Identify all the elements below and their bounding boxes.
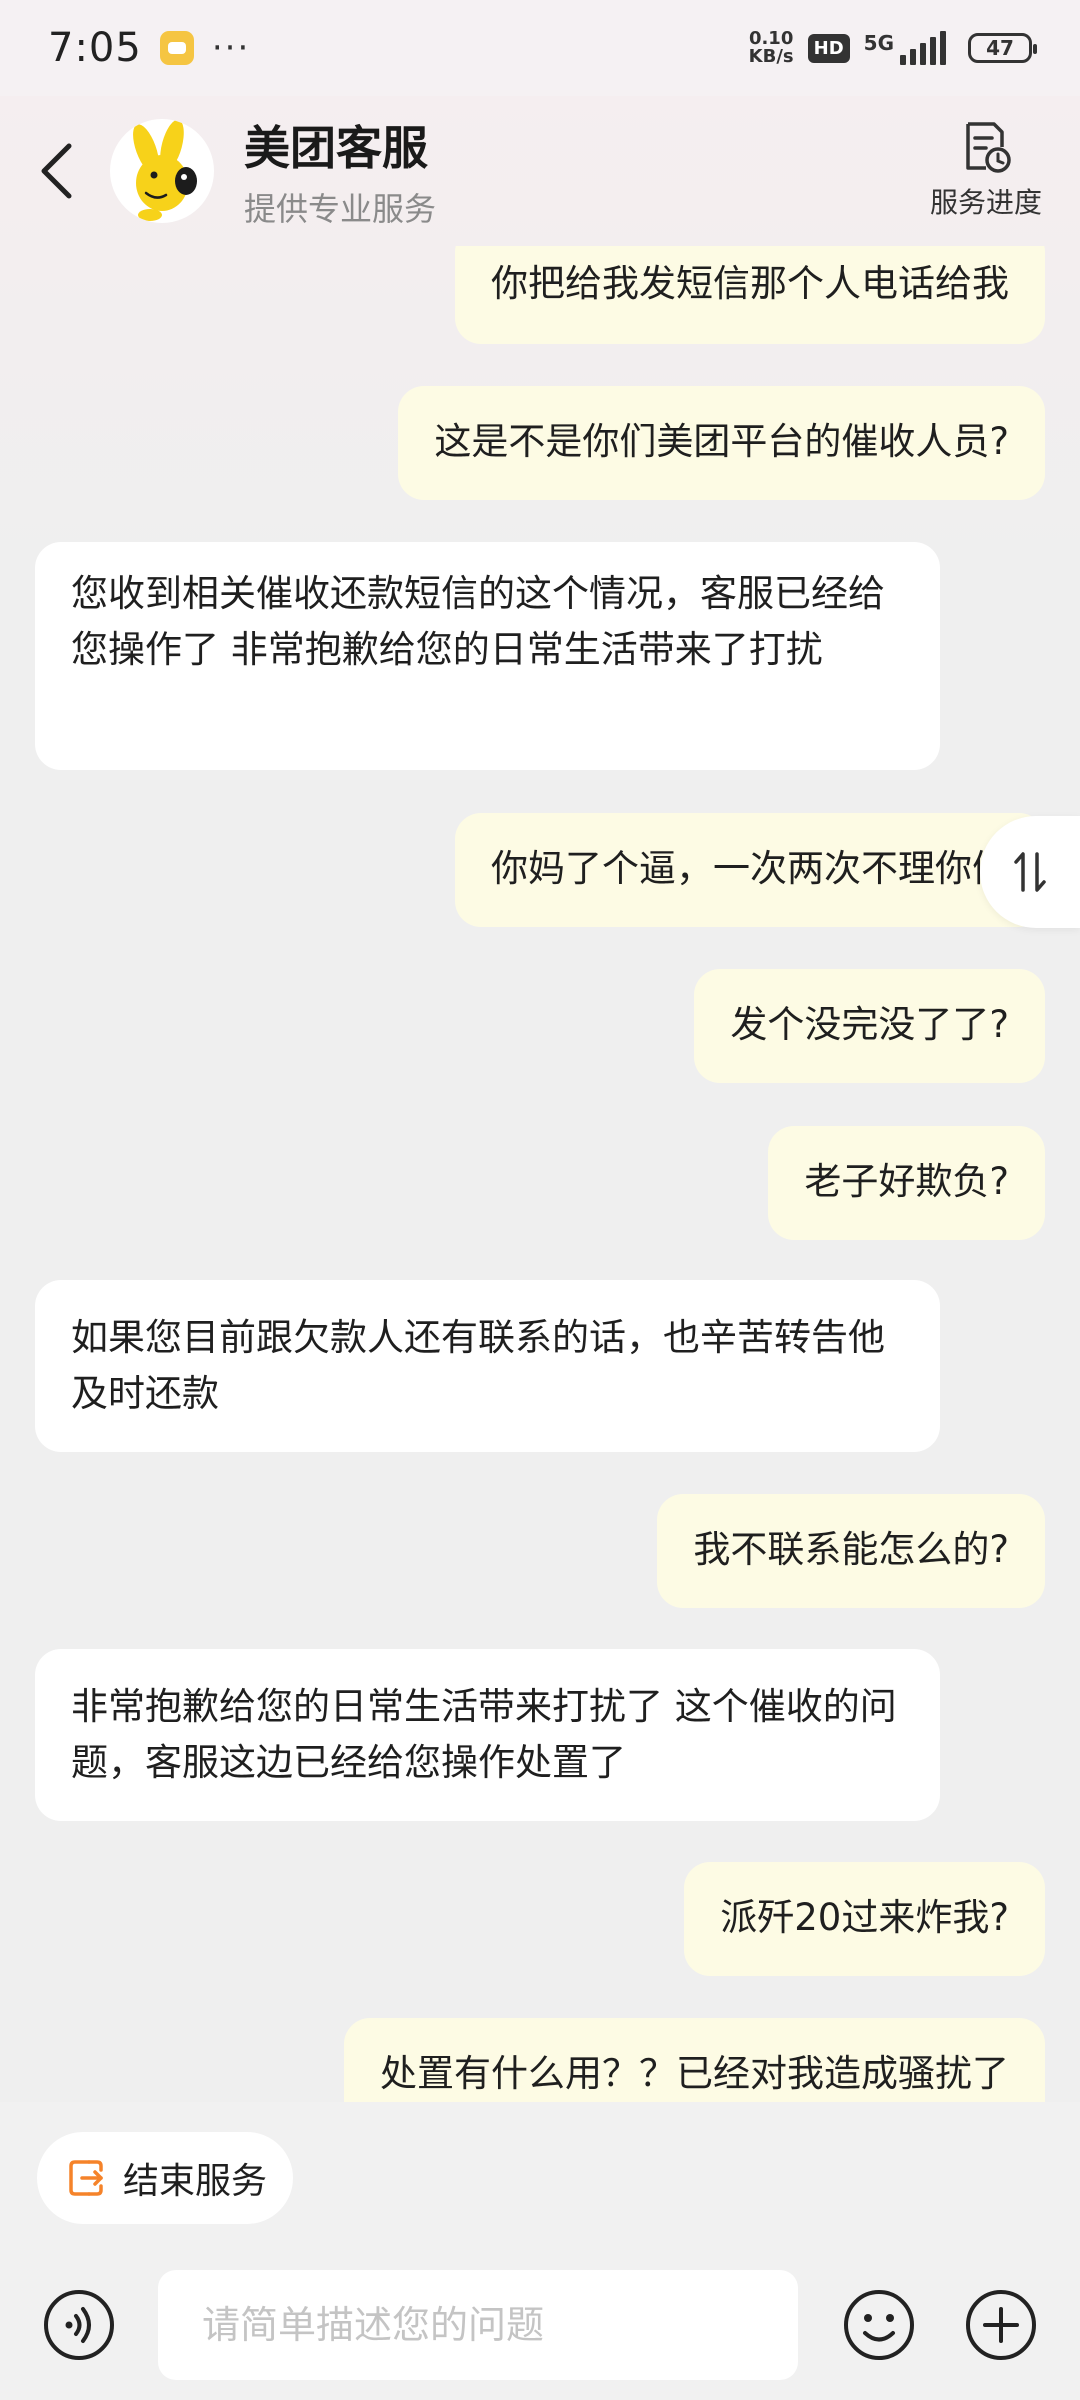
smiley-icon (844, 2290, 914, 2360)
avatar[interactable] (110, 119, 214, 223)
outgoing-message[interactable]: 处置有什么用？？已经对我造成骚扰了 (344, 2018, 1045, 2102)
service-progress-label: 服务进度 (929, 186, 1042, 219)
swap-vertical-icon (1014, 852, 1046, 892)
end-service-button[interactable]: 结束服务 (37, 2132, 293, 2224)
message-input[interactable] (158, 2270, 798, 2380)
incoming-message[interactable]: 非常抱歉给您的日常生活带来打扰了 这个催收的问题，客服这边已经给您操作处置了 (35, 1649, 940, 1821)
more-options-button[interactable] (946, 2270, 1056, 2380)
network-type: 5G (863, 31, 894, 55)
scroll-toggle-button[interactable] (980, 816, 1080, 928)
chat-message-list[interactable]: 你把给我发短信那个人电话给我 这是不是你们美团平台的催收人员? 您收到相关催收还… (0, 246, 1080, 2102)
signal-icon: 5G (864, 31, 946, 65)
voice-input-button[interactable] (24, 2270, 134, 2380)
outgoing-message[interactable]: 老子好欺负? (768, 1126, 1045, 1240)
header-text: 美团客服 提供专业服务 (244, 112, 436, 230)
input-row (0, 2270, 1080, 2380)
outgoing-message[interactable]: 你把给我发短信那个人电话给我 (455, 246, 1045, 344)
hd-icon: HD (807, 33, 850, 63)
chevron-left-icon (41, 143, 72, 199)
voice-icon (44, 2290, 114, 2360)
battery-icon: 47 (968, 33, 1037, 63)
status-time: 7:05 (48, 25, 142, 71)
outgoing-message[interactable]: 这是不是你们美团平台的催收人员? (398, 386, 1045, 500)
chat-footer: 结束服务 (0, 2102, 1080, 2400)
message-notification-icon (159, 31, 194, 65)
emoji-button[interactable] (824, 2270, 934, 2380)
network-speed: 0.10 KB/s (749, 30, 794, 66)
network-speed-unit: KB/s (748, 46, 794, 67)
outgoing-message[interactable]: 我不联系能怎么的? (657, 1494, 1045, 1608)
page-subtitle: 提供专业服务 (244, 190, 437, 228)
incoming-message[interactable]: 您收到相关催收还款短信的这个情况，客服已经给您操作了 非常抱歉给您的日常生活带来… (35, 542, 940, 770)
incoming-message[interactable]: 如果您目前跟欠款人还有联系的话，也辛苦转告他及时还款 (35, 1280, 940, 1452)
outgoing-message[interactable]: 派歼20过来炸我? (684, 1862, 1045, 1976)
outgoing-message[interactable]: 发个没完没了了? (694, 969, 1045, 1083)
battery-level: 47 (986, 36, 1014, 60)
back-button[interactable] (28, 131, 84, 211)
outgoing-message[interactable]: 你妈了个逼，一次两次不理你们 (455, 813, 1045, 927)
service-progress-button[interactable]: 服务进度 (930, 121, 1042, 221)
status-indicators: 0.10 KB/s HD 5G 47 (749, 30, 1037, 66)
page-title: 美团客服 (244, 121, 428, 175)
status-bar: 7:05 ··· 0.10 KB/s HD 5G 47 (0, 0, 1080, 96)
chat-header: 美团客服 提供专业服务 服务进度 (0, 96, 1080, 246)
plus-icon (966, 2290, 1036, 2360)
end-service-label: 结束服务 (123, 2161, 268, 2202)
exit-icon (69, 2160, 103, 2196)
kangaroo-mascot-icon (133, 119, 197, 221)
more-notifications-icon: ··· (211, 28, 251, 68)
document-clock-icon (966, 122, 1011, 173)
